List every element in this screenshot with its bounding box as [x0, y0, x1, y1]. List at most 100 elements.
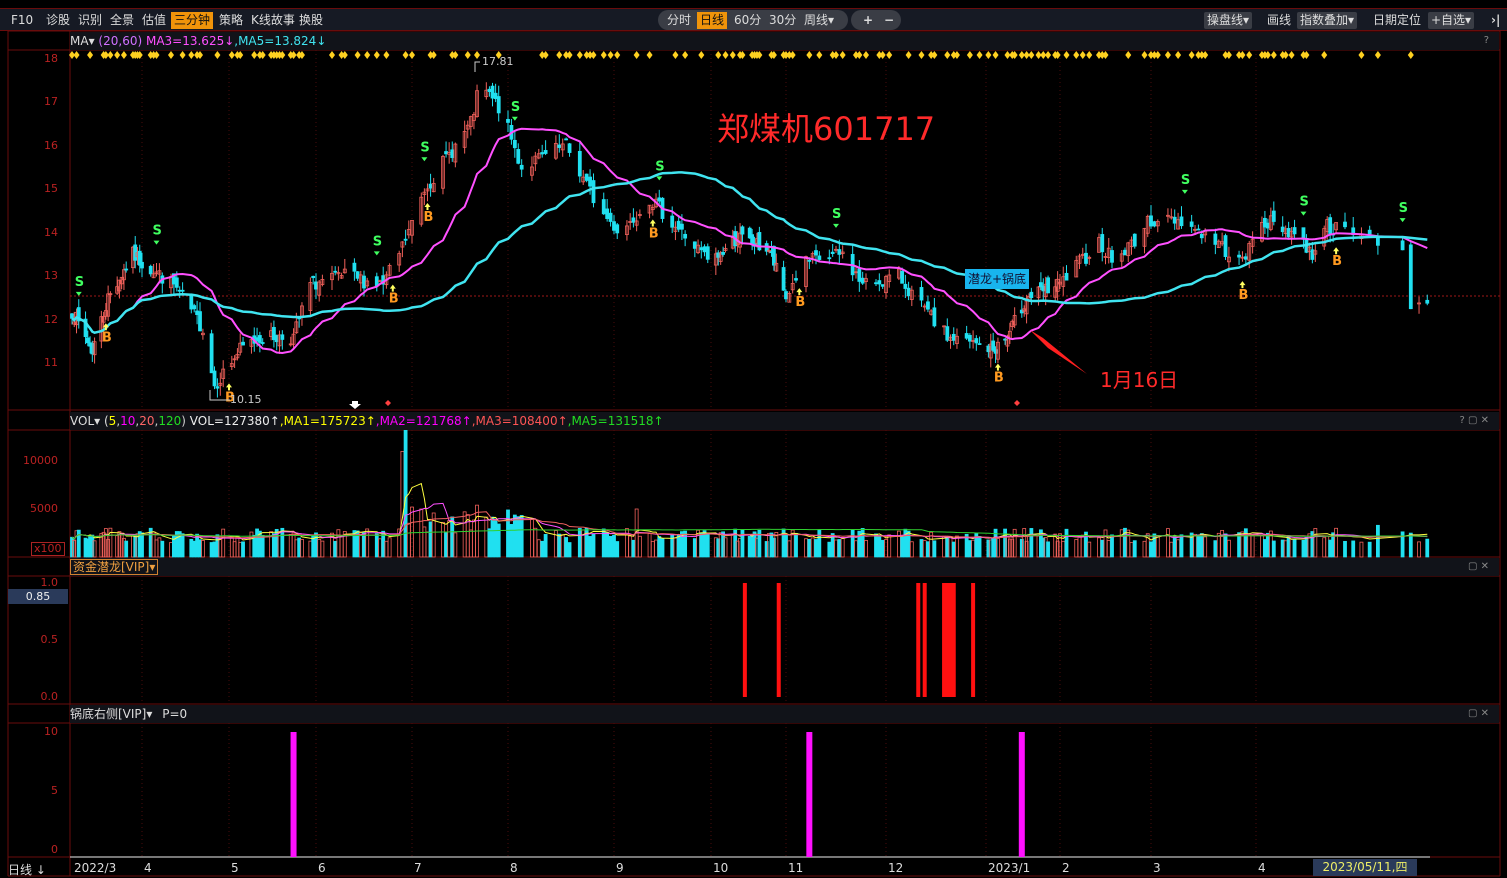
- signal-diamond-icon: [1202, 51, 1209, 59]
- candle: [212, 370, 217, 387]
- signal-diamond-icon: [87, 51, 94, 59]
- volume-bar: [490, 516, 495, 558]
- volume-bar: [1046, 541, 1050, 558]
- sell-arrow-icon: [153, 240, 160, 245]
- volume-bar: [512, 514, 517, 558]
- candle: [605, 208, 610, 219]
- sell-arrow-icon: [421, 157, 428, 162]
- candle: [670, 215, 675, 228]
- volume-bar: [1080, 534, 1085, 558]
- high-price-label: 17.81: [482, 55, 514, 68]
- signal-diamond-icon: [1321, 51, 1328, 59]
- candle: [615, 224, 620, 234]
- volume-bar: [441, 521, 445, 558]
- gdyc-spike: [806, 732, 813, 857]
- volume-bar: [951, 541, 956, 558]
- volume-bar: [1149, 541, 1153, 558]
- volume-bar: [533, 527, 538, 558]
- signal-diamond-icon: [953, 51, 960, 59]
- buy-signal-b: B: [423, 210, 433, 225]
- vol-indicator-dropdown[interactable]: VOL▾: [70, 414, 100, 428]
- signal-diamond-icon: [918, 51, 925, 59]
- candle: [926, 301, 930, 310]
- buy-signal-b: B: [389, 292, 399, 307]
- candle: [1376, 237, 1380, 246]
- candle: [257, 335, 262, 343]
- volume-bar: [1265, 532, 1270, 558]
- ma-indicator-dropdown[interactable]: MA▾: [70, 34, 95, 48]
- volume-bar: [543, 534, 548, 558]
- volume-bar: [1376, 524, 1380, 558]
- gdyc-indicator-dropdown[interactable]: 锅底右侧[VIP]▾: [70, 707, 152, 721]
- gdyc-param: P=0: [162, 707, 188, 721]
- vol-param-10: 10: [120, 414, 136, 428]
- signal-diamond-icon: [944, 51, 951, 59]
- candle: [85, 337, 90, 344]
- candle: [1286, 228, 1291, 238]
- candle: [490, 85, 495, 99]
- zjql-indicator-dropdown[interactable]: 资金潜龙[VIP]▾: [70, 559, 159, 575]
- candle: [1179, 216, 1184, 227]
- volume-bar: [387, 537, 392, 558]
- help-icon[interactable]: ?: [1484, 32, 1489, 50]
- volume-bar: [1260, 535, 1264, 558]
- buy-arrow-icon: [424, 202, 431, 210]
- volume-bar: [864, 540, 868, 558]
- candle: [1029, 291, 1034, 299]
- candle: [493, 92, 498, 100]
- signal-diamond-icon: [879, 51, 886, 59]
- volume-bar: [705, 532, 710, 558]
- main-chart-header: MA▾ (20,60) MA3=13.625↓,MA5=13.824↓ ?: [70, 32, 1499, 50]
- volume-bar: [124, 540, 129, 558]
- candle: [951, 333, 956, 341]
- period-selector[interactable]: 日线 ↓: [8, 861, 46, 878]
- candle: [880, 284, 885, 287]
- month-label: 10: [713, 861, 729, 875]
- month-label: 12: [888, 861, 904, 875]
- sell-signal-s: S: [832, 207, 841, 222]
- zjql-panel-controls[interactable]: ▢ ✕: [1468, 558, 1489, 576]
- zjql-bar: [971, 583, 976, 697]
- candle: [837, 249, 842, 255]
- candle: [721, 251, 725, 255]
- candle: [945, 326, 950, 341]
- signal-diamond-icon: [1270, 51, 1277, 59]
- sell-arrow-icon: [1399, 218, 1406, 223]
- candle: [140, 261, 144, 269]
- zjql-bar: [922, 583, 927, 697]
- candle: [683, 233, 688, 239]
- signal-diamond-icon: [833, 51, 839, 59]
- sell-arrow-icon: [1181, 189, 1188, 194]
- signal-diamond-icon: [729, 51, 736, 59]
- sell-arrow-icon: [656, 176, 663, 181]
- volume-bar: [403, 426, 408, 558]
- signal-diamond-icon: [863, 51, 869, 59]
- volume-bar: [837, 539, 842, 558]
- gdyc-panel-controls[interactable]: ▢ ✕: [1468, 705, 1489, 723]
- candle: [241, 341, 245, 346]
- volume-bar: [509, 524, 514, 558]
- volume-bar: [887, 534, 892, 558]
- volume-bar: [560, 534, 565, 558]
- signal-diamond-icon: [1102, 51, 1109, 59]
- candle: [444, 151, 448, 155]
- volume-bar: [628, 535, 633, 558]
- candle: [612, 221, 616, 231]
- candle: [750, 234, 755, 245]
- candle: [1189, 221, 1194, 227]
- volume-bar: [1213, 540, 1218, 558]
- volume-bar: [1263, 539, 1267, 558]
- buy-signal-b: B: [102, 330, 112, 345]
- vol-ma2: ,MA2=121768↑: [375, 414, 472, 428]
- volume-bar: [877, 535, 882, 558]
- signal-diamond-icon: [722, 51, 729, 59]
- month-label: 2022/3: [74, 861, 117, 875]
- candle: [676, 220, 681, 230]
- volume-bar: [922, 540, 927, 558]
- vol-panel-controls[interactable]: ? ▢ ✕: [1460, 412, 1490, 430]
- volume-bar: [384, 540, 389, 558]
- volume-bar: [453, 532, 458, 558]
- volume-bar: [1100, 539, 1105, 558]
- candle: [1084, 252, 1088, 264]
- volume-bar: [1110, 534, 1114, 558]
